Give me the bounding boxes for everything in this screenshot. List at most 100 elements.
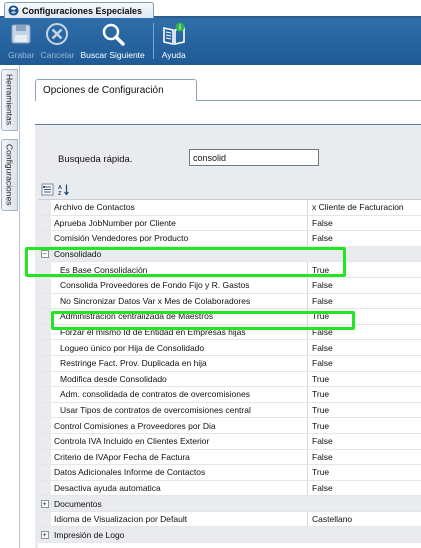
property-name: No Sincronizar Datos Var x Mes de Colabo… bbox=[51, 293, 308, 309]
row-gutter bbox=[38, 433, 51, 449]
quick-search-input[interactable] bbox=[189, 149, 319, 166]
property-value[interactable]: False bbox=[308, 450, 421, 465]
grid-property-row[interactable]: Controla IVA Incluido en Clientes Exteri… bbox=[38, 433, 421, 450]
grid-property-row[interactable]: Es Base Consolidación True bbox=[38, 262, 421, 278]
property-value[interactable]: True bbox=[308, 387, 421, 402]
row-gutter bbox=[38, 355, 51, 371]
row-gutter bbox=[38, 402, 51, 418]
property-value[interactable]: True bbox=[308, 418, 421, 433]
toolbar-separator bbox=[152, 23, 154, 59]
options-panel: Busqueda rápida. A Z Archivo de Contacto… bbox=[35, 100, 421, 548]
grid-property-row[interactable]: Criterio de IVApor Fecha de Factura False bbox=[38, 449, 421, 466]
property-name: Logueo único por Hija de Consolidado bbox=[51, 340, 308, 355]
property-value[interactable]: Castellano bbox=[308, 512, 421, 527]
property-value[interactable]: x Cliente de Facturacion bbox=[308, 200, 421, 215]
svg-text:Z: Z bbox=[58, 191, 62, 196]
grid-property-row[interactable]: Forzar el mismo Id de Entidad en Empresa… bbox=[38, 324, 421, 341]
property-value[interactable]: True bbox=[308, 465, 421, 480]
property-name: Modifica desde Consolidado bbox=[51, 371, 308, 387]
grid-property-row[interactable]: Adm. consolidada de contratos de overcom… bbox=[38, 387, 421, 403]
quick-search-label: Busqueda rápida. bbox=[58, 154, 133, 165]
row-gutter bbox=[38, 511, 51, 527]
cancel-button[interactable]: Cancelar bbox=[40, 18, 75, 65]
expand-icon[interactable]: + bbox=[40, 499, 49, 508]
grid-category-row[interactable]: + Impresión de Logo bbox=[38, 527, 421, 544]
save-button[interactable]: Grabar bbox=[8, 18, 34, 65]
property-name: Datos Adicionales Informe de Contactos bbox=[51, 465, 308, 480]
property-value[interactable]: True bbox=[308, 372, 421, 387]
row-gutter bbox=[38, 277, 51, 293]
find-next-button[interactable]: Buscar Siguiente bbox=[81, 18, 145, 65]
property-name: Consolidado bbox=[51, 246, 308, 262]
grid-property-row[interactable]: Administración centralizada de Maestros T… bbox=[38, 309, 421, 325]
property-value[interactable]: False bbox=[308, 325, 421, 340]
tab-opciones-configuracion[interactable]: Opciones de Configuración bbox=[35, 79, 197, 101]
row-gutter bbox=[38, 231, 51, 246]
grid-property-row[interactable]: Modifica desde Consolidado True bbox=[38, 371, 421, 388]
grid-property-row[interactable]: Usar Tipos de contratos de overcomisione… bbox=[38, 402, 421, 419]
expand-icon[interactable]: + bbox=[40, 530, 49, 539]
window-title: Configuraciones Especiales bbox=[22, 5, 143, 16]
toolbar: Grabar Cancelar Buscar Siguiente i Ayuda bbox=[0, 18, 421, 65]
property-name: Consolida Proveedores de Fondo Fijo y R.… bbox=[51, 277, 308, 293]
row-gutter bbox=[38, 293, 51, 309]
row-gutter bbox=[38, 309, 51, 324]
grid-property-row[interactable]: Control Comisiones a Proveedores por Dia… bbox=[38, 418, 421, 434]
property-value[interactable]: True bbox=[308, 309, 421, 324]
property-name: Desactiva ayuda automatica bbox=[51, 480, 308, 496]
grid-property-row[interactable]: Consolida Proveedores de Fondo Fijo y R.… bbox=[38, 277, 421, 294]
cancel-icon bbox=[46, 23, 69, 45]
grid-property-row[interactable]: Archivo de Contactos x Cliente de Factura… bbox=[38, 200, 421, 216]
tab-configuraciones[interactable]: Configuraciones bbox=[1, 139, 18, 211]
panel-header bbox=[35, 101, 421, 125]
property-name: Comisión Vendedores por Producto bbox=[51, 231, 308, 246]
property-name: Administración centralizada de Maestros bbox=[51, 309, 308, 324]
grid-property-row[interactable]: Comisión Vendedores por Producto False bbox=[38, 231, 421, 247]
property-name: Documentos bbox=[51, 496, 308, 511]
window-tab[interactable]: Configuraciones Especiales bbox=[4, 2, 154, 18]
window-tab-bar: Configuraciones Especiales bbox=[0, 0, 421, 18]
property-value[interactable]: True bbox=[308, 262, 421, 277]
grid-category-row[interactable]: + Documentos bbox=[38, 496, 421, 512]
property-value[interactable]: False bbox=[308, 278, 421, 293]
sort-az-icon[interactable]: A Z bbox=[57, 183, 70, 196]
svg-text:i: i bbox=[179, 25, 181, 32]
property-value[interactable]: False bbox=[308, 340, 421, 355]
grid-property-row[interactable]: Desactiva ayuda automatica False bbox=[38, 480, 421, 497]
side-tab-strip: Herramientas Configuraciones bbox=[0, 65, 20, 548]
property-name: Controla IVA Incluido en Clientes Exteri… bbox=[51, 433, 308, 449]
row-gutter bbox=[38, 200, 51, 215]
property-value[interactable]: False bbox=[308, 434, 421, 449]
grid-category-row[interactable]: − Consolidado bbox=[38, 246, 421, 263]
property-value bbox=[308, 527, 421, 543]
grid-property-row[interactable]: Restringe Fact. Prov. Duplicada en hija F… bbox=[38, 355, 421, 372]
tab-herramientas[interactable]: Herramientas bbox=[1, 69, 18, 131]
property-name: Impresión de Logo bbox=[51, 527, 308, 543]
grid-property-row[interactable]: No Sincronizar Datos Var x Mes de Colabo… bbox=[38, 293, 421, 310]
property-value[interactable]: False bbox=[308, 216, 421, 231]
property-name: Es Base Consolidación bbox=[51, 262, 308, 277]
categorized-view-icon[interactable] bbox=[41, 183, 54, 196]
row-gutter bbox=[38, 262, 51, 277]
property-name: Forzar el mismo Id de Entidad en Empresa… bbox=[51, 324, 308, 340]
property-value[interactable]: True bbox=[308, 403, 421, 418]
property-name: Idioma de Visualizacion por Default bbox=[51, 511, 308, 527]
property-value[interactable]: False bbox=[308, 294, 421, 309]
row-gutter bbox=[38, 418, 51, 433]
property-value[interactable]: False bbox=[308, 481, 421, 496]
property-value[interactable]: False bbox=[308, 231, 421, 246]
grid-property-row[interactable]: Aprueba JobNumber por Cliente False bbox=[38, 215, 421, 232]
grid-property-row[interactable]: Idioma de Visualizacion por Default Caste… bbox=[38, 511, 421, 528]
grid-property-row[interactable]: Datos Adicionales Informe de Contactos Tr… bbox=[38, 465, 421, 481]
grid-property-row[interactable]: Logueo único por Hija de Consolidado Fals… bbox=[38, 340, 421, 356]
help-button[interactable]: i Ayuda bbox=[161, 18, 187, 65]
save-icon bbox=[11, 24, 31, 44]
row-gutter bbox=[38, 215, 51, 231]
help-book-icon: i bbox=[162, 22, 185, 45]
collapse-icon[interactable]: − bbox=[40, 250, 49, 259]
property-name: Archivo de Contactos bbox=[51, 200, 308, 215]
row-gutter bbox=[38, 340, 51, 355]
property-value[interactable]: False bbox=[308, 356, 421, 371]
row-gutter bbox=[38, 449, 51, 465]
property-name: Restringe Fact. Prov. Duplicada en hija bbox=[51, 355, 308, 371]
